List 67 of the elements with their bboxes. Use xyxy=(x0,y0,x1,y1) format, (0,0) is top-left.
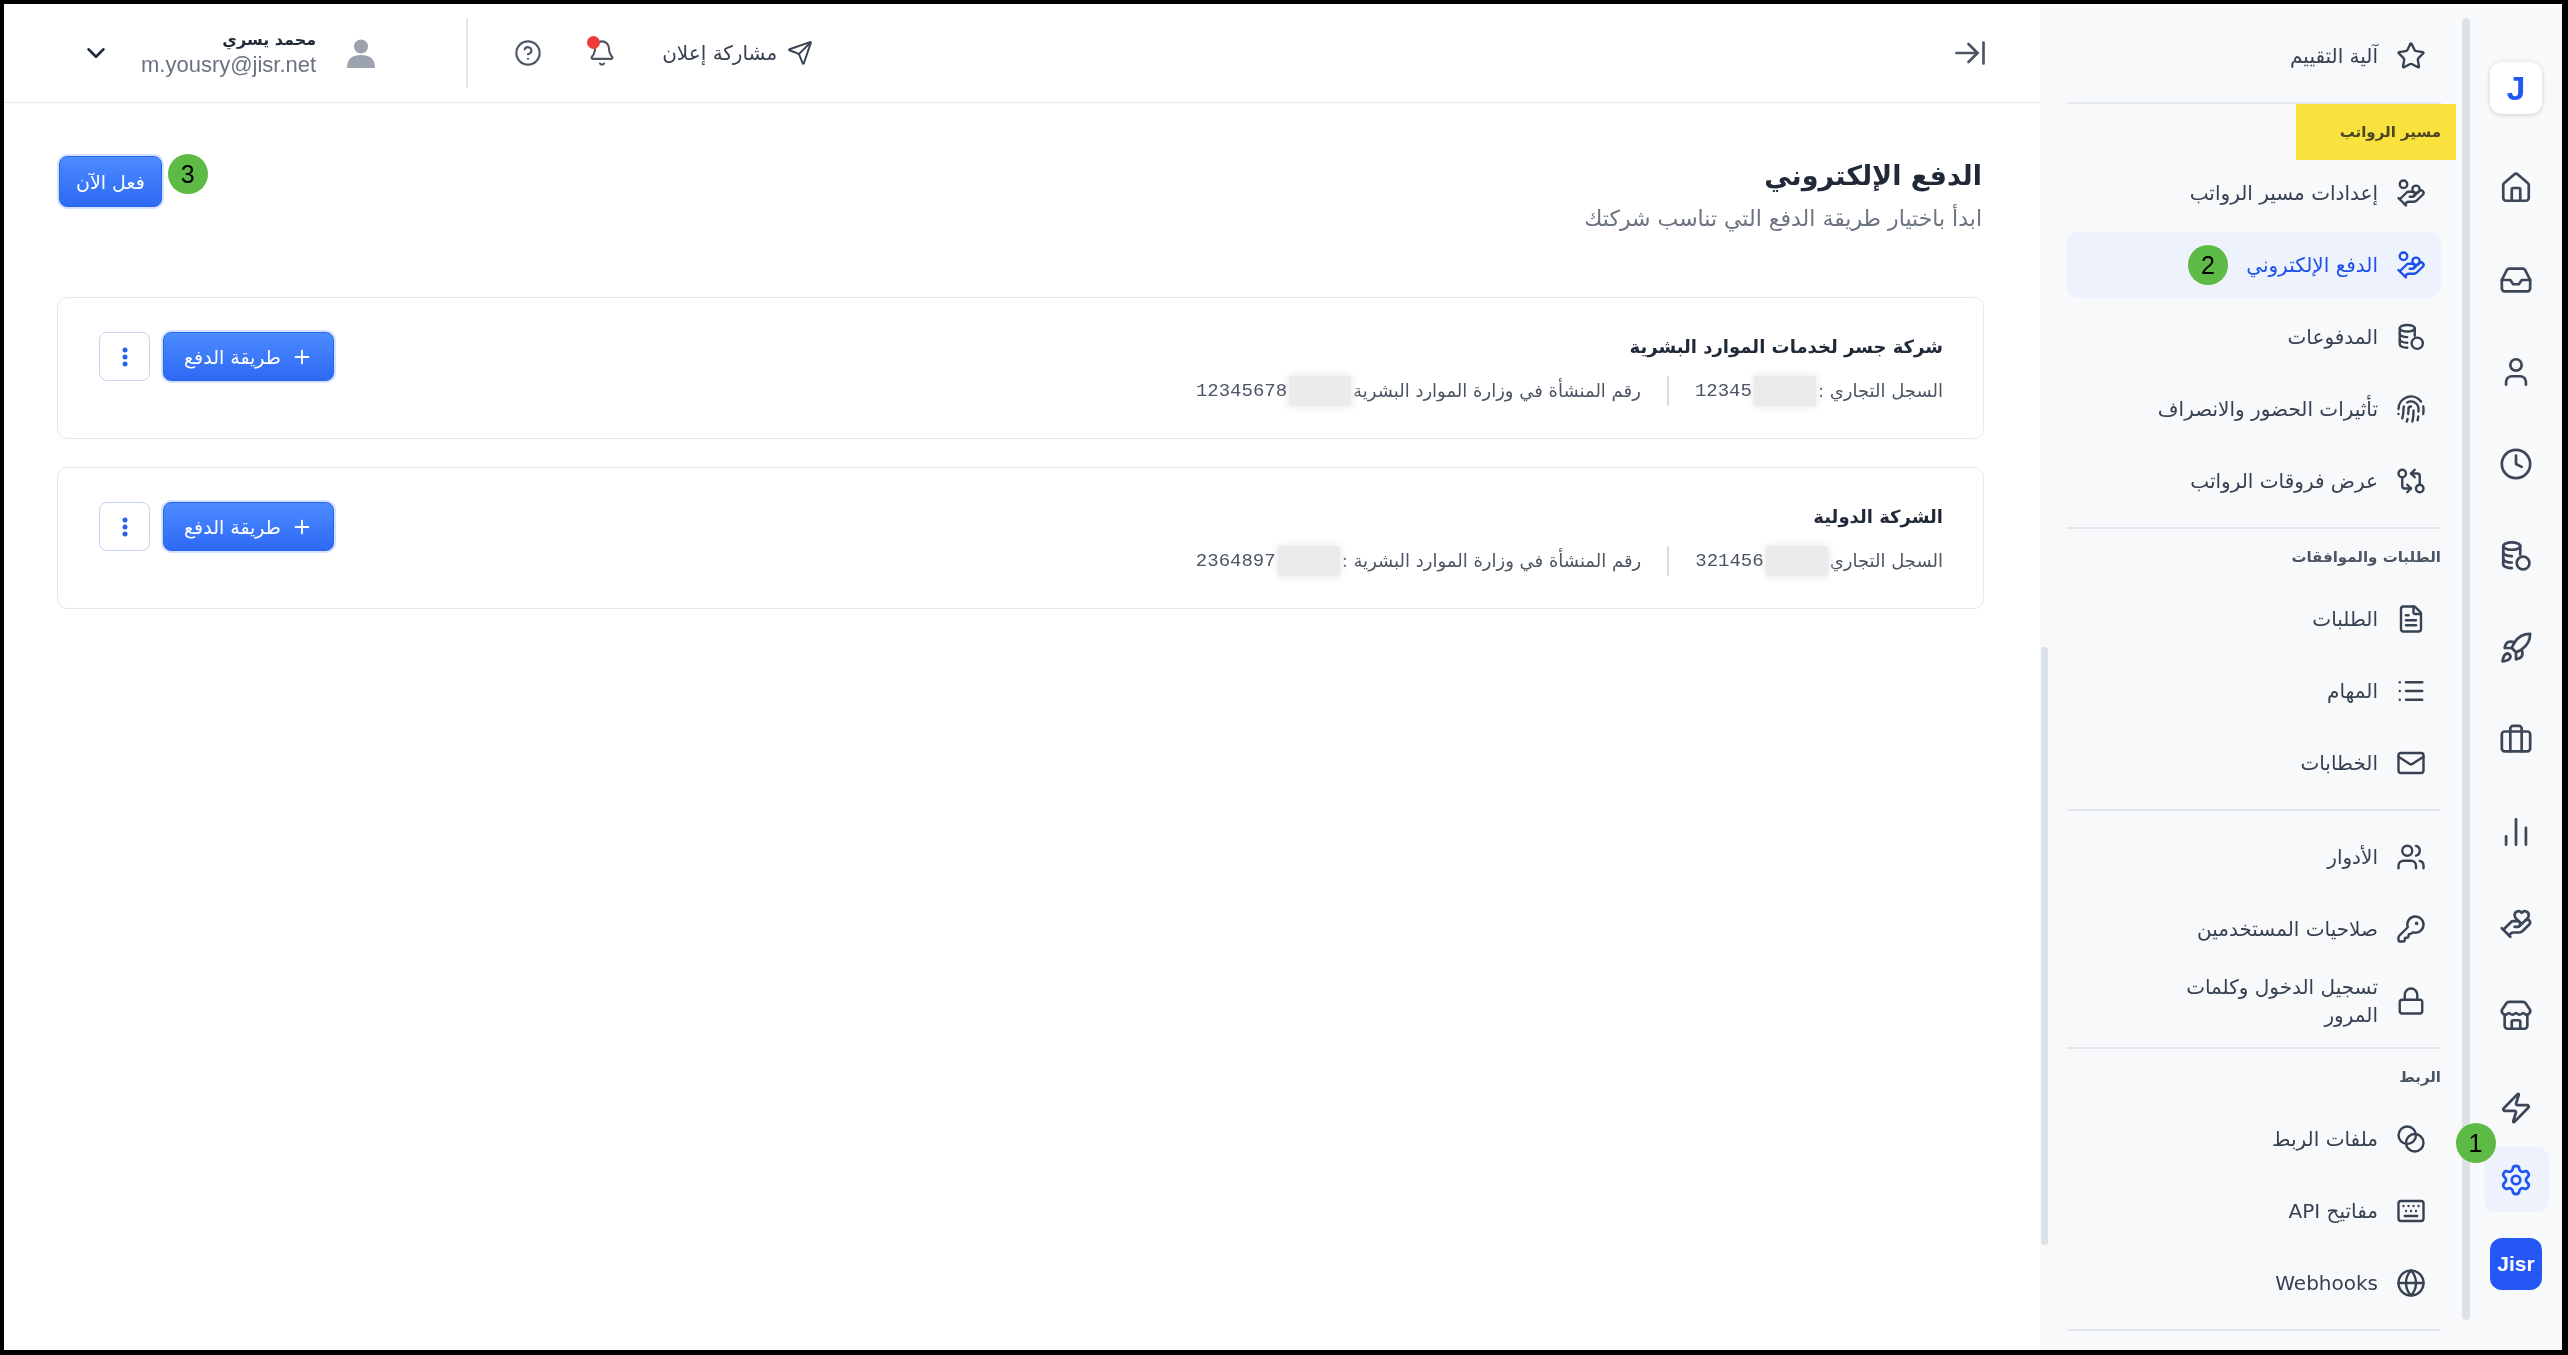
sidebar-item[interactable]: آلية التقييم xyxy=(2067,23,2441,89)
field-label: السجل التجاري xyxy=(1829,549,1943,574)
section-heading: الربط xyxy=(2398,1067,2441,1088)
field-label: السجل التجاري : xyxy=(1817,379,1943,404)
coin-stack-icon xyxy=(2499,538,2533,573)
fingerprint-icon xyxy=(2396,394,2426,424)
company-name: الشركة الدولية xyxy=(1812,505,1943,530)
compare-arrows-icon xyxy=(2396,466,2426,496)
field-value: 12345 xyxy=(1694,379,1752,404)
field-value: 321456 xyxy=(1695,549,1764,574)
field-value: 2364897 xyxy=(1195,549,1276,574)
sidebar-item[interactable]: تأثيرات الحضور والانصراف xyxy=(2067,376,2441,442)
sidebar-item[interactable]: الخطابات xyxy=(2067,730,2441,796)
sidebar-item[interactable]: عرض فروقات الرواتب xyxy=(2067,448,2441,514)
globe-icon xyxy=(2396,1268,2426,1298)
page-subtitle: ابدأ باختيار طريقة الدفع التي تناسب شركتك xyxy=(1584,203,1982,234)
sidebar-item[interactable]: الأدوار xyxy=(2067,824,2441,890)
coin-stack-icon xyxy=(2396,322,2426,352)
sidebar-item[interactable]: المدفوعات xyxy=(2067,304,2441,370)
field-label: رقم المنشأة في وزارة الموارد البشرية xyxy=(1353,377,1641,404)
page-title: الدفع الإلكتروني xyxy=(1763,159,1982,194)
nav-rail-button[interactable] xyxy=(2483,1147,2549,1212)
send-icon xyxy=(787,40,814,66)
company-name: شركة جسر لخدمات الموارد البشرية xyxy=(1628,335,1943,360)
store-icon xyxy=(2499,998,2533,1033)
field-label: رقم المنشأة في وزارة الموارد البشرية : xyxy=(1341,547,1642,574)
sidebar-item[interactable]: تسجيل الدخول وكلمات المرور xyxy=(2067,968,2441,1034)
scrollbar-thumb[interactable] xyxy=(2462,18,2470,1320)
step-marker: 3 xyxy=(167,154,208,194)
settings-icon xyxy=(2499,1162,2533,1197)
add-payment-method-button[interactable]: طريقة الدفع xyxy=(163,502,334,551)
avatar-icon xyxy=(346,38,377,68)
sidebar-item[interactable]: إعدادات مسير الرواتب xyxy=(2067,160,2441,226)
overlapping-circles-icon xyxy=(2396,1124,2426,1154)
clock-icon xyxy=(2499,446,2533,481)
vertical-dots-icon xyxy=(121,346,128,367)
user-email: m.yousry@jisr.net xyxy=(141,52,317,78)
user-name: محمد يسري xyxy=(222,29,317,52)
brand-logo: Jisr xyxy=(2490,1238,2542,1290)
bell-icon xyxy=(588,39,617,67)
lock-icon xyxy=(2396,986,2426,1016)
app-logo: J xyxy=(2490,62,2542,114)
section-heading: الطلبات والموافقات xyxy=(2290,547,2441,568)
share-announcement-button[interactable]: مشاركة إعلان xyxy=(662,40,814,66)
users-icon xyxy=(2396,842,2426,872)
vertical-dots-icon xyxy=(121,516,128,537)
sidebar-item[interactable]: مفاتيح API xyxy=(2067,1178,2441,1244)
star-icon xyxy=(2396,41,2426,71)
sidebar-item[interactable]: Webhooks xyxy=(2067,1250,2441,1316)
sidebar-item[interactable]: المهام xyxy=(2067,658,2441,724)
lightning-icon xyxy=(2499,1090,2533,1125)
help-button[interactable] xyxy=(514,39,543,67)
hand-coins-icon xyxy=(2396,250,2426,280)
sidebar-item[interactable]: الطلبات xyxy=(2067,586,2441,652)
sidebar-item[interactable]: ملفات الربط xyxy=(2067,1106,2441,1172)
section-heading: مسير الرواتب xyxy=(2295,104,2456,160)
help-icon xyxy=(514,39,543,67)
home-icon xyxy=(2499,170,2533,205)
scrollbar-thumb[interactable] xyxy=(2041,647,2048,1245)
hand-coins-icon xyxy=(2396,178,2426,208)
rocket-icon xyxy=(2499,630,2533,665)
activate-now-button[interactable]: فعل الآن xyxy=(59,156,162,207)
field-value: 12345678 xyxy=(1195,379,1288,404)
sidebar-item[interactable]: صلاحيات المستخدمين xyxy=(2067,896,2441,962)
key-icon xyxy=(2396,914,2426,944)
add-payment-method-button[interactable]: طريقة الدفع xyxy=(163,332,334,381)
notifications-button[interactable] xyxy=(588,39,617,67)
